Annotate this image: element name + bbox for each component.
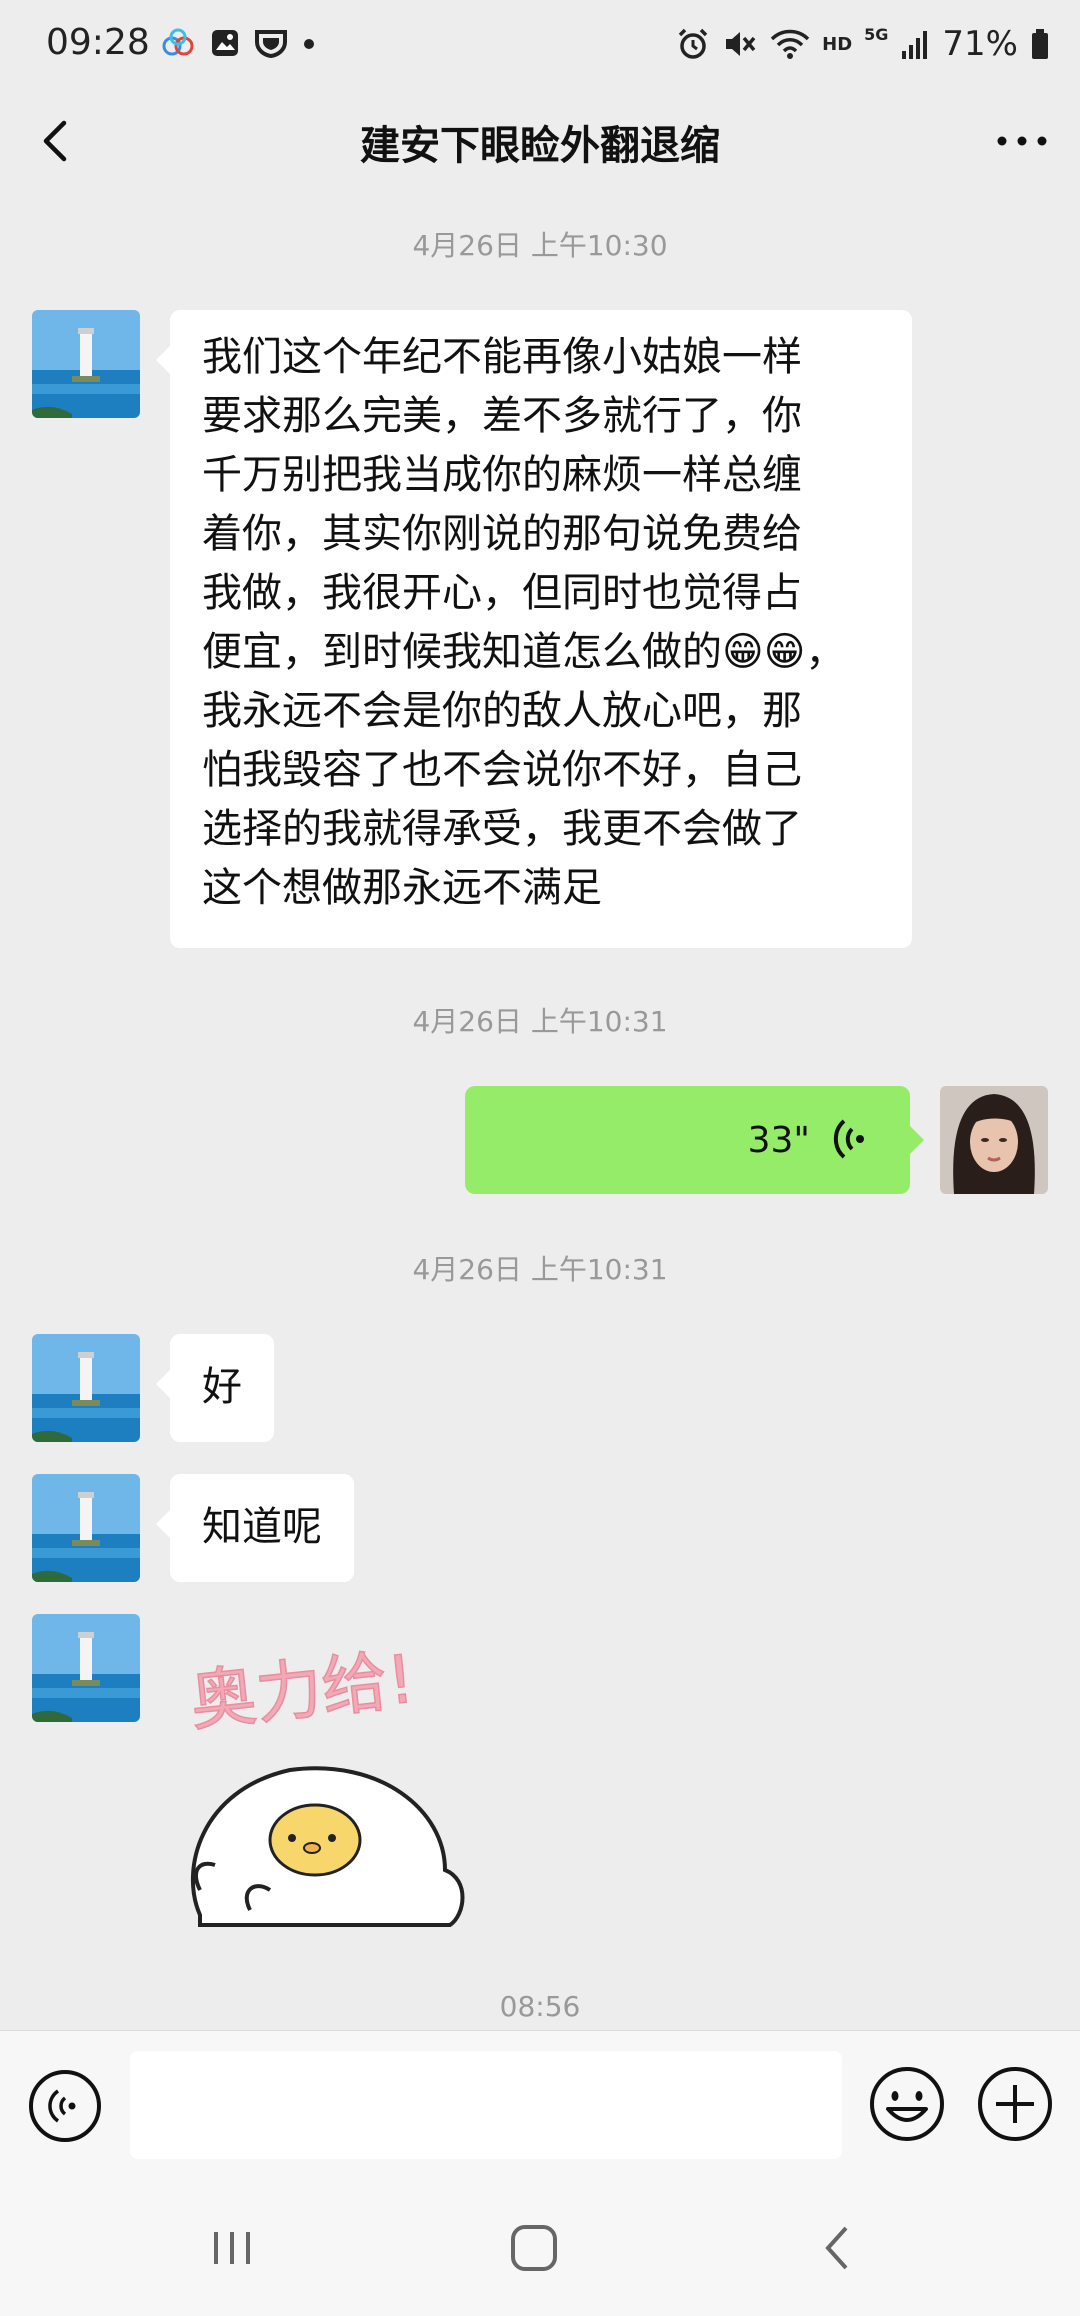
battery-percent: 71% [942,24,1018,64]
status-time: 09:28 [46,22,150,63]
user-photo-avatar [940,1086,1048,1194]
message-line: 要求那么完美，差不多就行了，你 [202,393,802,439]
more-options-icon[interactable] [990,113,1054,169]
voice-duration: 33" [747,1120,810,1161]
emoji-icon[interactable] [868,2065,946,2143]
system-nav-bar [0,2180,1080,2316]
shield-icon [255,30,287,58]
plus-icon[interactable] [976,2065,1054,2143]
input-bar [0,2030,1080,2180]
message-line: 着你，其实你刚说的那句说免费给 [202,511,802,557]
status-bar: 09:28 HD 5G 71% [0,0,1080,95]
voice-input-icon[interactable] [28,2069,102,2143]
message-line: 千万别把我当成你的麻烦一样总缠 [202,452,802,498]
gallery-icon [212,30,238,56]
message-line: 我们这个年纪不能再像小姑娘一样 [202,334,802,380]
message-line: 我永远不会是你的敌人放心吧，那 [202,688,802,734]
contact-avatar[interactable] [32,310,140,418]
alarm-icon [678,28,708,59]
lighthouse-avatar-image [32,310,140,418]
message-line: 便宜，到时候我知道怎么做的😁😁， [202,629,846,675]
contact-avatar[interactable] [32,1614,140,1722]
my-avatar[interactable] [940,1086,1048,1194]
contact-avatar[interactable] [32,1474,140,1582]
chat-screen: 09:28 HD 5G 71% 建安下眼睑外翻退缩 4月26日 上午10:30 … [0,0,1080,2316]
lighthouse-avatar-image [32,1334,140,1442]
system-back-icon[interactable] [808,2218,868,2278]
duck-sticker-image: 奥力给! [186,1640,465,1927]
signal-icon [902,31,928,59]
contact-avatar[interactable] [32,1334,140,1442]
message-timestamp: 08:56 [499,1990,581,2023]
mute-icon [726,32,756,56]
status-right: HD 5G 71% [676,24,1050,64]
message-text: 我们这个年纪不能再像小姑娘一样 要求那么完美，差不多就行了，你 千万别把我当成你的麻… [202,328,880,918]
message-text: 好 [202,1364,242,1410]
message-line: 这个想做那永远不满足 [202,865,602,911]
notification-icons [160,28,316,58]
message-input[interactable] [130,2051,842,2159]
message-text: 知道呢 [202,1504,322,1550]
sticker-text: 奥力给! [186,1640,417,1740]
sticker-message[interactable]: 奥力给! [180,1640,490,1930]
message-line: 怕我毁容了也不会说你不好，自己 [202,747,802,793]
wifi-icon [770,29,810,59]
nav-bar: 建安下眼睑外翻退缩 [0,95,1080,185]
home-icon[interactable] [504,2218,564,2278]
message-bubble-incoming[interactable]: 知道呢 [156,1474,354,1582]
lighthouse-avatar-image [32,1474,140,1582]
dot-icon [304,39,314,49]
message-line: 选择的我就得承受，我更不会做了 [202,806,802,852]
message-bubble-incoming[interactable]: 好 [156,1334,274,1442]
message-timestamp: 4月26日 上午10:30 [412,229,668,262]
message-line: 我做，我很开心，但同时也觉得占 [202,570,802,616]
battery-icon [1032,29,1048,59]
hd-indicator: HD [822,33,853,55]
baidu-cloud-icon [162,28,194,56]
chat-title: 建安下眼睑外翻退缩 [360,123,720,169]
message-timestamp: 4月26日 上午10:31 [412,1005,668,1038]
recent-apps-icon[interactable] [202,2218,262,2278]
voice-message-bubble[interactable]: 33" [465,1086,924,1194]
voice-wave-icon [833,1119,864,1159]
message-bubble-incoming[interactable]: 我们这个年纪不能再像小姑娘一样 要求那么完美，差不多就行了，你 千万别把我当成你的麻… [156,310,912,948]
5g-indicator: 5G [864,24,889,44]
lighthouse-avatar-image [32,1614,140,1722]
message-timestamp: 4月26日 上午10:31 [412,1253,668,1286]
